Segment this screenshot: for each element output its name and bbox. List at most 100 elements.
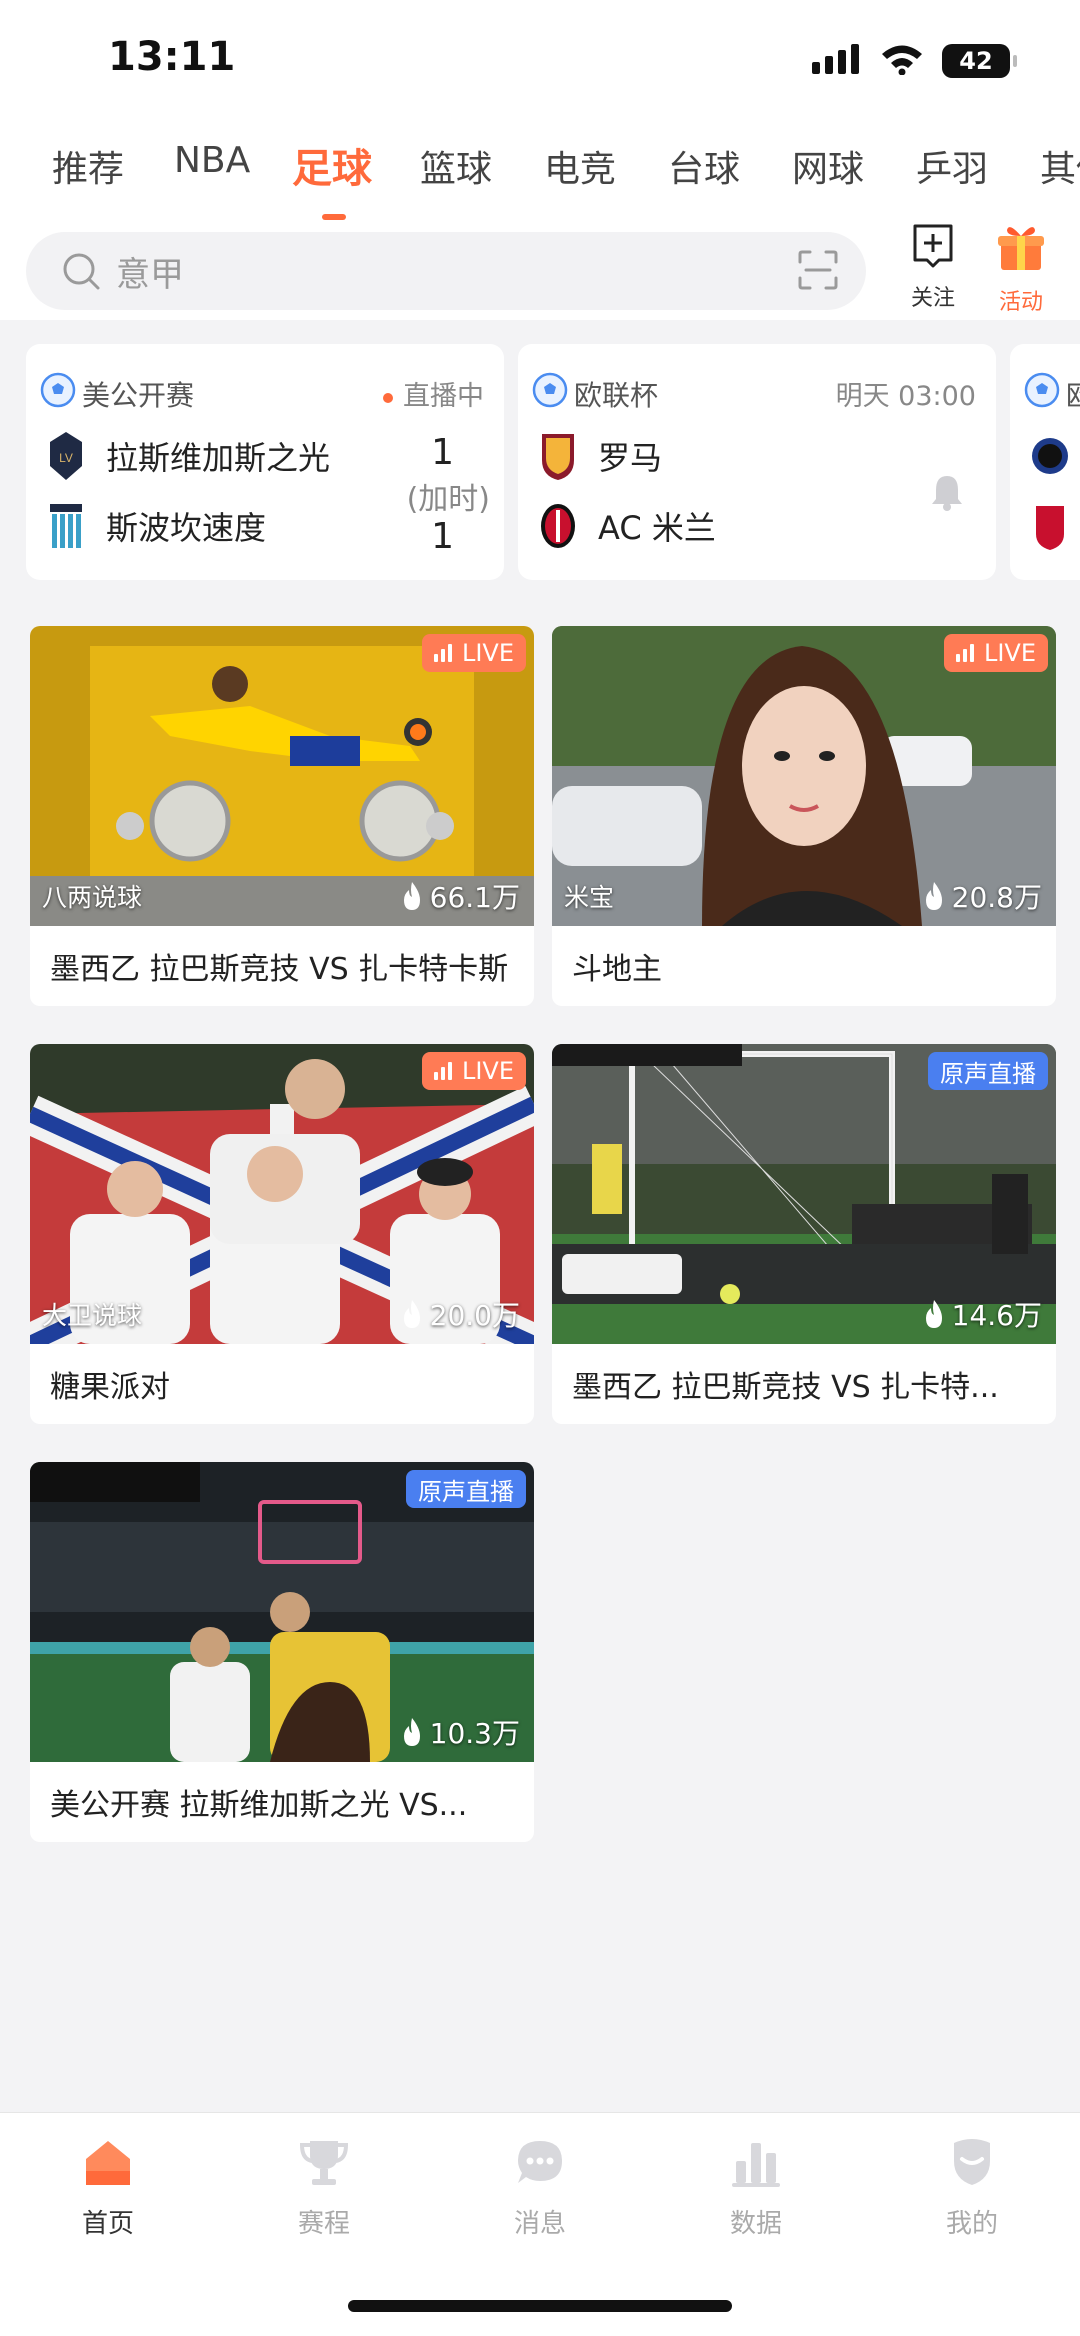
anchor-name: 大卫说球 [42, 1301, 143, 1330]
match-league: 欧联杯 [574, 379, 659, 412]
video-card[interactable]: LIVE 大卫说球 20.0万 糖果派对 [30, 1044, 534, 1424]
football-icon [40, 372, 76, 412]
video-thumbnail: LIVE 米宝 20.8万 [552, 626, 1056, 926]
bar-chart-icon [732, 2143, 780, 2187]
home-team: LV 拉斯维加斯之光 [46, 430, 330, 482]
tab-other[interactable]: 其他 [1040, 140, 1080, 192]
video-title: 墨西乙 拉巴斯竞技 VS 扎卡特... [572, 1370, 999, 1405]
chat-bubble-icon [518, 2141, 562, 2183]
follow-button[interactable]: 关注 [888, 222, 978, 312]
heat-count: 20.8万 [920, 876, 1042, 916]
away-score: 1 [431, 516, 454, 557]
heat-count: 66.1万 [398, 876, 520, 916]
home-indicator [348, 2300, 732, 2312]
tab-recommend[interactable]: 推荐 [52, 140, 124, 192]
scan-icon[interactable] [796, 248, 840, 296]
tab-billiards[interactable]: 台球 [668, 140, 740, 192]
search-input[interactable]: 意甲 [26, 232, 866, 310]
tab-esports[interactable]: 电竞 [544, 140, 616, 192]
home-team: 罗马 [538, 430, 662, 482]
profile-icon [954, 2139, 990, 2185]
signal-icon [812, 44, 862, 78]
nav-home-label: 首页 [81, 2209, 134, 2239]
nav-data-label: 数据 [729, 2209, 782, 2239]
heat-count: 14.6万 [920, 1294, 1042, 1334]
anchor-name: 米宝 [564, 883, 615, 912]
video-title: 墨西乙 拉巴斯竞技 VS 扎卡特卡斯 [50, 952, 509, 987]
top-header: 13:11 42 推荐 NBA 足球 篮球 电竞 台球 网球 乒羽 其他 [0, 0, 1080, 320]
nav-schedule[interactable]: 赛程 [264, 2137, 384, 2240]
heat-count: 20.0万 [398, 1294, 520, 1334]
nav-schedule-label: 赛程 [297, 2209, 350, 2239]
live-badge: LIVE [943, 634, 1048, 672]
video-card[interactable]: LIVE 八两说球 66.1万 墨西乙 拉巴斯竞技 VS 扎卡特卡斯 [30, 626, 534, 1006]
football-icon [532, 372, 568, 412]
tab-football[interactable]: 足球 [292, 136, 372, 194]
trophy-icon [299, 2141, 349, 2185]
video-thumbnail: LIVE 八两说球 66.1万 [30, 626, 534, 926]
battery-icon: 42 [942, 44, 1017, 78]
match-card[interactable]: 欧 [1010, 344, 1080, 580]
home-icon [86, 2141, 130, 2185]
video-card[interactable]: 原声直播 10.3万 美公开赛 拉斯维加斯之光 VS... [30, 1462, 534, 1842]
nav-messages-label: 消息 [513, 2209, 566, 2239]
bell-icon[interactable] [928, 472, 966, 516]
video-thumbnail: LIVE 大卫说球 20.0万 [30, 1044, 534, 1344]
signal-bars-icon [433, 1062, 452, 1080]
add-follow-icon [913, 224, 953, 268]
nav-profile-label: 我的 [945, 2209, 998, 2239]
original-sound-badge: 原声直播 [406, 1470, 526, 1508]
live-badge: LIVE [421, 1052, 526, 1090]
team-crest-icon: LV [50, 432, 82, 480]
football-icon [1024, 372, 1060, 412]
tab-nba[interactable]: NBA [174, 140, 250, 181]
nav-profile[interactable]: 我的 [912, 2137, 1032, 2240]
wifi-icon [880, 43, 924, 79]
match-card[interactable]: 美公开赛 直播中 LV 拉斯维加斯之光 斯波坎速度 1 (加时) 1 [26, 344, 504, 580]
signal-bars-icon [433, 644, 452, 662]
tab-badminton[interactable]: 乒羽 [916, 140, 988, 192]
flame-icon [403, 1718, 420, 1746]
nav-data[interactable]: 数据 [696, 2137, 816, 2240]
search-placeholder: 意甲 [116, 254, 184, 295]
away-team-name: 斯波坎速度 [106, 509, 267, 547]
status-icons: 42 [812, 40, 1017, 82]
video-title: 美公开赛 拉斯维加斯之光 VS... [50, 1788, 468, 1823]
home-score: 1 [431, 432, 454, 473]
nav-messages[interactable]: 消息 [480, 2137, 600, 2240]
status-time: 13:11 [108, 34, 236, 80]
category-tabs: 推荐 NBA 足球 篮球 电竞 台球 网球 乒羽 其他 [0, 140, 1080, 220]
match-status: 直播中 [383, 374, 484, 413]
activity-label: 活动 [998, 290, 1043, 315]
video-card[interactable]: 原声直播 14.6万 墨西乙 拉巴斯竞技 VS 扎卡特... [552, 1044, 1056, 1424]
match-league: 美公开赛 [82, 379, 195, 412]
video-card[interactable]: LIVE 米宝 20.8万 斗地主 [552, 626, 1056, 1006]
home-team [1030, 430, 1080, 482]
video-thumbnail: 原声直播 14.6万 [552, 1044, 1056, 1344]
video-title: 糖果派对 [50, 1370, 170, 1405]
nav-home[interactable]: 首页 [48, 2137, 168, 2240]
home-team-name: 罗马 [598, 439, 663, 477]
away-team: AC 米兰 [538, 500, 716, 552]
search-icon [60, 250, 102, 296]
match-card[interactable]: 欧联杯 明天 03:00 罗马 AC 米兰 [518, 344, 996, 580]
flame-icon [403, 1300, 420, 1328]
tab-basketball[interactable]: 篮球 [420, 140, 492, 192]
heat-count: 10.3万 [398, 1712, 520, 1752]
team-crest-icon [541, 504, 575, 548]
home-team-name: 拉斯维加斯之光 [106, 439, 331, 477]
anchor-name: 八两说球 [42, 883, 143, 912]
match-status: 明天 03:00 [835, 381, 976, 412]
active-tab-indicator [322, 214, 346, 220]
live-badge: LIVE [421, 634, 526, 672]
tab-tennis[interactable]: 网球 [792, 140, 864, 192]
away-team-name: AC 米兰 [598, 509, 716, 547]
overtime-note: (加时) [406, 482, 490, 517]
match-cards-row: 美公开赛 直播中 LV 拉斯维加斯之光 斯波坎速度 1 (加时) 1 欧联杯 明… [0, 344, 1080, 584]
activity-button[interactable]: 活动 [976, 222, 1066, 316]
svg-text:LV: LV [59, 451, 73, 465]
match-league: 欧 [1066, 374, 1080, 414]
video-title: 斗地主 [572, 952, 662, 987]
gift-icon [998, 227, 1044, 270]
flame-icon [925, 1300, 942, 1328]
